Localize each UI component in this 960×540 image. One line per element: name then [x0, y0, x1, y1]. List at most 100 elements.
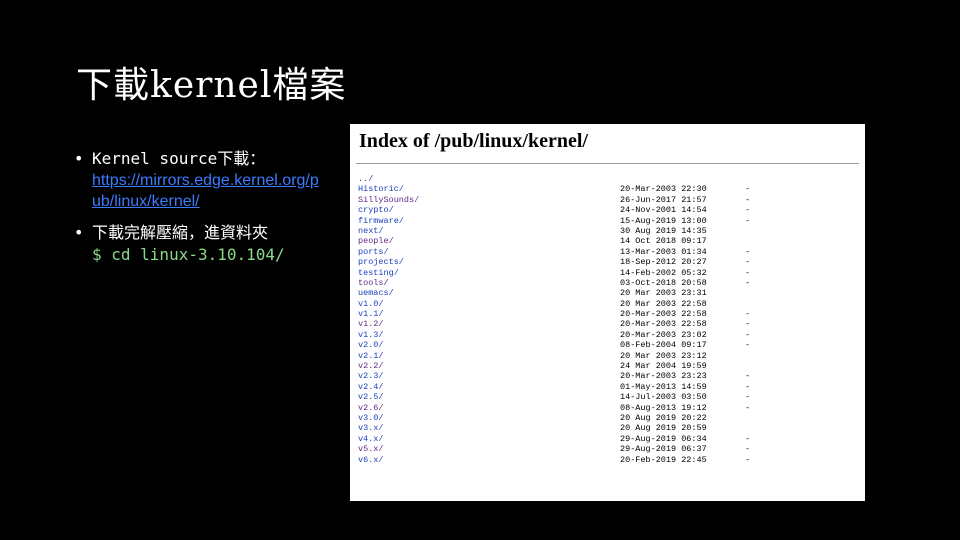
file-size: -	[745, 444, 751, 455]
directory-link[interactable]: Historic/	[358, 184, 404, 194]
modified-date: 20 Mar 2003 23:31	[620, 288, 707, 299]
directory-link[interactable]: ports/	[358, 247, 389, 257]
table-row: uemacs/20 Mar 2003 23:31	[350, 288, 865, 298]
directory-listing-screenshot: Index of /pub/linux/kernel/ ../Historic/…	[350, 124, 865, 501]
table-row: v6.x/20-Feb-2019 22:45 -	[350, 455, 865, 465]
table-row: v1.0/20 Mar 2003 22:58	[350, 299, 865, 309]
table-row: v1.3/20-Mar-2003 23:02 -	[350, 330, 865, 340]
table-row: crypto/24-Nov-2001 14:54 -	[350, 205, 865, 215]
modified-date: 08-Feb-2004 09:17	[620, 340, 707, 351]
file-size: -	[745, 340, 751, 351]
directory-link[interactable]: v2.5/	[358, 392, 384, 402]
modified-date: 20 Aug 2019 20:59	[620, 423, 707, 434]
table-row: v2.3/20-Mar-2003 23:23 -	[350, 371, 865, 381]
bullet-list: • Kernel source下載： https://mirrors.edge.…	[74, 148, 324, 276]
modified-date: 08-Aug-2013 19:12	[620, 402, 707, 413]
directory-link[interactable]: projects/	[358, 257, 404, 267]
modified-date: 24 Mar 2004 19:59	[620, 361, 707, 372]
directory-link[interactable]: v1.2/	[358, 319, 384, 329]
directory-link[interactable]: v2.4/	[358, 382, 384, 392]
modified-date: 26-Jun-2017 21:57	[620, 194, 707, 205]
directory-link[interactable]: v1.0/	[358, 299, 384, 309]
table-row: testing/14-Feb-2002 05:32 -	[350, 268, 865, 278]
modified-date: 20-Mar-2003 22:58	[620, 309, 707, 320]
directory-link[interactable]: ../	[358, 174, 373, 184]
directory-link[interactable]: testing/	[358, 268, 399, 278]
table-row: v2.0/08-Feb-2004 09:17 -	[350, 340, 865, 350]
directory-link[interactable]: v2.3/	[358, 371, 384, 381]
file-size: -	[745, 392, 751, 403]
file-size: -	[745, 309, 751, 320]
directory-link[interactable]: v2.0/	[358, 340, 384, 350]
directory-link[interactable]: v2.1/	[358, 351, 384, 361]
modified-date: 20-Mar-2003 22:58	[620, 319, 707, 330]
file-size: -	[745, 246, 751, 257]
table-row: SillySounds/26-Jun-2017 21:57 -	[350, 195, 865, 205]
cd-command: $ cd linux-3.10.104/	[92, 245, 285, 264]
directory-link[interactable]: firmware/	[358, 216, 404, 226]
file-size: -	[745, 257, 751, 268]
directory-link[interactable]: v3.0/	[358, 413, 384, 423]
bullet-dot-icon: •	[74, 223, 84, 242]
table-row: v2.4/01-May-2013 14:59 -	[350, 382, 865, 392]
modified-date: 14 Oct 2018 09:17	[620, 236, 707, 247]
modified-date: 14-Jul-2003 03:50	[620, 392, 707, 403]
directory-link[interactable]: v2.6/	[358, 403, 384, 413]
table-row: v4.x/29-Aug-2019 06:34 -	[350, 434, 865, 444]
modified-date: 15-Aug-2019 13:00	[620, 215, 707, 226]
modified-date: 13-Mar-2003 01:34	[620, 246, 707, 257]
directory-link[interactable]: v1.3/	[358, 330, 384, 340]
directory-link[interactable]: crypto/	[358, 205, 394, 215]
directory-link[interactable]: v4.x/	[358, 434, 384, 444]
file-size: -	[745, 402, 751, 413]
directory-link[interactable]: v5.x/	[358, 444, 384, 454]
table-row: v2.2/24 Mar 2004 19:59	[350, 361, 865, 371]
table-row: v1.1/20-Mar-2003 22:58 -	[350, 309, 865, 319]
table-row: tools/03-Oct-2018 20:58 -	[350, 278, 865, 288]
bullet-item-extract: • 下載完解壓縮，進資料夾 $ cd linux-3.10.104/	[74, 222, 324, 266]
modified-date: 20 Mar 2003 23:12	[620, 350, 707, 361]
modified-date: 20-Mar-2003 22:30	[620, 184, 707, 195]
slide-title: 下載kernel檔案	[76, 65, 347, 106]
file-size: -	[745, 184, 751, 195]
table-row: v2.1/20 Mar 2003 23:12	[350, 351, 865, 361]
table-row: v3.x/20 Aug 2019 20:59	[350, 423, 865, 433]
kernel-mirror-link[interactable]: https://mirrors.edge.kernel.org/pub/linu…	[92, 170, 324, 212]
file-size: -	[745, 319, 751, 330]
file-size: -	[745, 215, 751, 226]
file-size: -	[745, 371, 751, 382]
table-row: v1.2/20-Mar-2003 22:58 -	[350, 319, 865, 329]
modified-date: 20-Mar-2003 23:02	[620, 329, 707, 340]
table-row: firmware/15-Aug-2019 13:00 -	[350, 216, 865, 226]
file-size: -	[745, 277, 751, 288]
bullet-extract-text: 下載完解壓縮，進資料夾	[92, 223, 269, 242]
bullet-item-source: • Kernel source下載： https://mirrors.edge.…	[74, 148, 324, 212]
modified-date: 14-Feb-2002 05:32	[620, 267, 707, 278]
file-size: -	[745, 267, 751, 278]
table-row: Historic/20-Mar-2003 22:30 -	[350, 184, 865, 194]
modified-date: 30 Aug 2019 14:35	[620, 225, 707, 236]
directory-link[interactable]: SillySounds/	[358, 195, 419, 205]
listing-title: Index of /pub/linux/kernel/	[359, 130, 588, 152]
directory-link[interactable]: uemacs/	[358, 288, 394, 298]
modified-date: 29-Aug-2019 06:37	[620, 444, 707, 455]
table-row: ports/13-Mar-2003 01:34 -	[350, 247, 865, 257]
modified-date: 18-Sep-2012 20:27	[620, 257, 707, 268]
bullet-source-text: Kernel source下載：	[92, 149, 266, 168]
table-row: next/30 Aug 2019 14:35	[350, 226, 865, 236]
table-row: v2.6/08-Aug-2013 19:12 -	[350, 403, 865, 413]
directory-link[interactable]: v1.1/	[358, 309, 384, 319]
directory-link[interactable]: tools/	[358, 278, 389, 288]
table-row: v5.x/29-Aug-2019 06:37 -	[350, 444, 865, 454]
file-size: -	[745, 205, 751, 216]
modified-date: 24-Nov-2001 14:54	[620, 205, 707, 216]
directory-link[interactable]: v3.x/	[358, 423, 384, 433]
directory-link[interactable]: v2.2/	[358, 361, 384, 371]
directory-link[interactable]: people/	[358, 236, 394, 246]
modified-date: 01-May-2013 14:59	[620, 381, 707, 392]
listing-divider	[356, 163, 859, 164]
directory-link[interactable]: next/	[358, 226, 384, 236]
listing-rows: ../Historic/20-Mar-2003 22:30- SillySound…	[350, 174, 865, 465]
directory-link[interactable]: v6.x/	[358, 455, 384, 465]
table-row: ../	[350, 174, 865, 184]
